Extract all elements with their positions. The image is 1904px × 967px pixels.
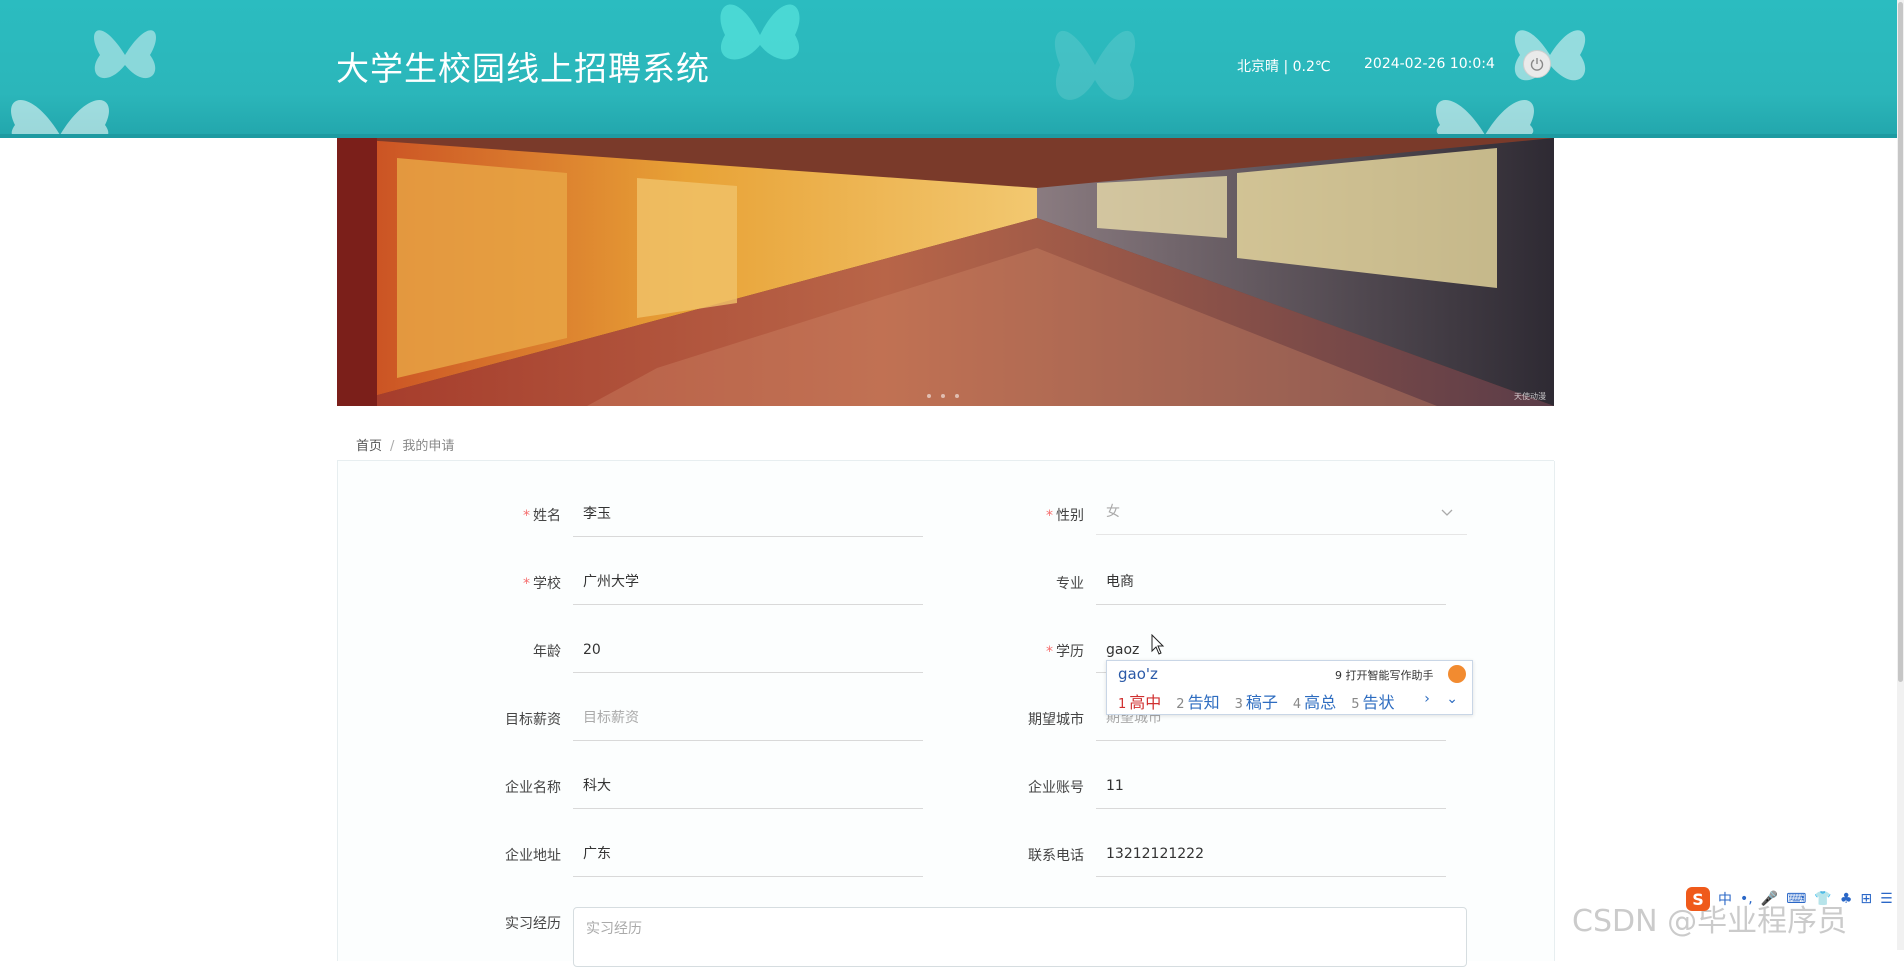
site-title: 大学生校园线上招聘系统: [336, 49, 710, 88]
ime-mode-icon[interactable]: 中: [1718, 889, 1732, 909]
weather-text: 北京晴 | 0.2℃: [1237, 59, 1331, 75]
ime-candidate[interactable]: 5 告状: [1351, 689, 1394, 713]
company-address-input[interactable]: 广东: [573, 837, 923, 877]
gender-label: * 性别: [1046, 508, 1084, 524]
company-name-label: 企业名称: [505, 780, 561, 796]
city-label: 期望城市: [1028, 712, 1084, 728]
butterfly-decoration: [1054, 30, 1136, 100]
banner-watermark: 天使动漫: [1514, 392, 1546, 401]
company-name-input[interactable]: 科大: [573, 769, 923, 809]
logout-button[interactable]: [1523, 50, 1551, 78]
breadcrumb-separator: /: [390, 439, 395, 454]
banner-image: [337, 138, 1554, 406]
site-header: 大学生校园线上招聘系统 北京晴 | 0.2℃ 2024-02-26 10:0:4: [0, 0, 1897, 138]
ime-candidate[interactable]: 3 稿子: [1235, 689, 1278, 713]
breadcrumb-current: 我的申请: [402, 439, 455, 454]
company-address-label: 企业地址: [505, 848, 561, 864]
name-input[interactable]: 李玉: [573, 497, 923, 537]
page-scrollbar[interactable]: [1897, 0, 1904, 950]
age-label: 年龄: [533, 644, 561, 660]
ime-page-next-icon[interactable]: › ⌄: [1424, 691, 1464, 707]
butterfly-decoration: [720, 4, 800, 60]
scrollbar-thumb[interactable]: [1898, 2, 1903, 682]
salary-label: 目标薪资: [505, 712, 561, 728]
ime-candidate[interactable]: 4 高总: [1293, 689, 1336, 713]
education-label: * 学历: [1046, 644, 1084, 660]
company-account-label: 企业账号: [1028, 780, 1084, 796]
assistant-icon[interactable]: [1448, 665, 1466, 683]
salary-input[interactable]: 目标薪资: [573, 701, 923, 741]
power-icon: [1530, 58, 1544, 71]
gender-select-value: 女: [1106, 504, 1120, 520]
ime-candidate-popup[interactable]: gao'z 9 打开智能写作助手 1 高中 2 告知 3 稿子 4 高总 5 告状 › ⌄: [1106, 660, 1473, 715]
breadcrumb-home[interactable]: 首页: [356, 439, 382, 454]
name-label: * 姓名: [523, 508, 561, 524]
breadcrumb: 首页 / 我的申请: [356, 435, 454, 454]
ime-candidate[interactable]: 1 高中: [1118, 689, 1161, 713]
ime-toolbar[interactable]: S 中 •, 🎤 ⌨ 👕 ♣ ⊞ ☰: [1686, 886, 1893, 912]
butterfly-decoration: [11, 100, 109, 134]
skin-icon[interactable]: 👕: [1814, 891, 1831, 907]
keyboard-icon[interactable]: ⌨: [1786, 891, 1806, 907]
company-account-input[interactable]: 11: [1096, 769, 1446, 809]
ime-composition: gao'z: [1118, 665, 1158, 683]
chevron-down-icon: [1441, 509, 1453, 516]
age-input[interactable]: 20: [573, 633, 923, 673]
major-label: 专业: [1056, 576, 1084, 592]
internship-textarea[interactable]: 实习经历: [573, 907, 1467, 967]
mouse-cursor-icon: [1151, 634, 1165, 655]
ime-assistant-link[interactable]: 9 打开智能写作助手: [1335, 667, 1434, 683]
microphone-icon[interactable]: 🎤: [1761, 891, 1778, 907]
phone-input[interactable]: 13212121222: [1096, 837, 1446, 877]
internship-label: 实习经历: [505, 916, 561, 932]
toolbox-icon[interactable]: ♣: [1840, 891, 1853, 907]
banner-carousel[interactable]: 天使动漫: [337, 138, 1554, 406]
school-input[interactable]: 广州大学: [573, 565, 923, 605]
major-input[interactable]: 电商: [1096, 565, 1446, 605]
menu-icon[interactable]: ☰: [1880, 891, 1893, 907]
gender-select[interactable]: 女: [1096, 495, 1467, 535]
grid-icon[interactable]: ⊞: [1860, 891, 1872, 907]
punctuation-icon[interactable]: •,: [1740, 891, 1753, 907]
datetime-text: 2024-02-26 10:0:4: [1364, 56, 1495, 72]
ime-candidate-list: 1 高中 2 告知 3 稿子 4 高总 5 告状: [1118, 689, 1394, 713]
ime-candidate[interactable]: 2 告知: [1176, 689, 1219, 713]
sogou-logo-icon[interactable]: S: [1686, 887, 1710, 911]
phone-label: 联系电话: [1028, 848, 1084, 864]
school-label: * 学校: [523, 576, 561, 592]
carousel-indicators[interactable]: [927, 394, 959, 398]
butterfly-decoration: [1436, 100, 1534, 134]
